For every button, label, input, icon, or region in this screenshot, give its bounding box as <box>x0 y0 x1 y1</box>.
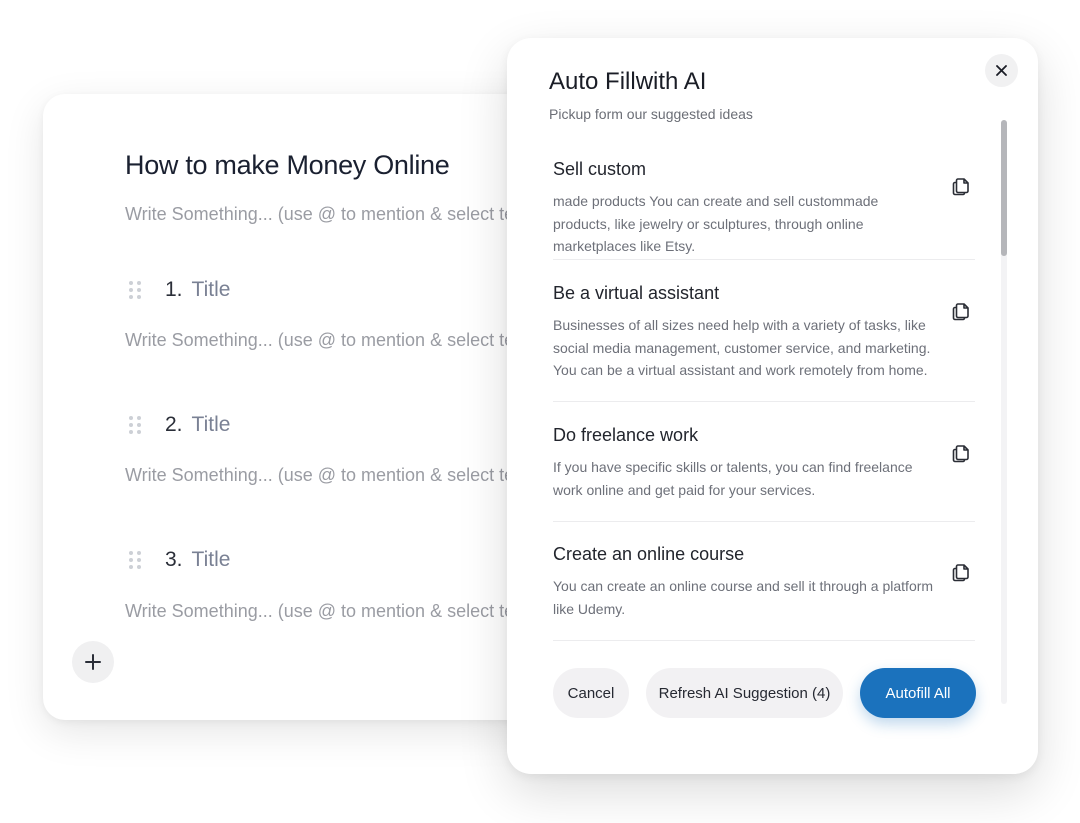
document-editor: How to make Money Online Write Something… <box>43 94 563 720</box>
copy-icon <box>952 445 969 463</box>
suggestion-list: Sell custom made products You can create… <box>553 142 975 641</box>
section-heading-1[interactable]: 1. Title <box>129 275 230 305</box>
suggestion-description: You can create an online course and sell… <box>553 578 934 617</box>
section-number: 1. <box>165 278 183 301</box>
plus-icon <box>85 654 101 670</box>
copy-button[interactable] <box>949 441 973 465</box>
section-3-placeholder[interactable]: Write Something... (use @ to mention & s… <box>125 601 528 622</box>
section-2-placeholder[interactable]: Write Something... (use @ to mention & s… <box>125 465 528 486</box>
copy-icon <box>952 303 969 321</box>
suggestion-title: Do freelance work <box>553 425 699 445</box>
refresh-ai-suggestion-button[interactable]: Refresh AI Suggestion (4) <box>646 668 843 718</box>
copy-icon <box>952 564 969 582</box>
section-number: 3. <box>165 548 183 571</box>
copy-icon <box>952 178 969 196</box>
section-title[interactable]: Title <box>192 278 231 302</box>
modal-title: Auto Fillwith AI <box>549 68 707 95</box>
drag-handle-icon[interactable] <box>129 550 143 570</box>
section-heading-2[interactable]: 2. Title <box>129 410 230 440</box>
suggestion-description: If you have specific skills or talents, … <box>553 459 913 498</box>
cancel-button[interactable]: Cancel <box>553 668 629 718</box>
suggestion-title: Create an online course <box>553 544 745 564</box>
add-section-button[interactable] <box>72 641 114 683</box>
section-heading-3[interactable]: 3. Title <box>129 545 230 575</box>
copy-button[interactable] <box>949 299 973 323</box>
section-number: 2. <box>165 413 183 436</box>
modal-footer: Cancel Refresh AI Suggestion (4) Autofil… <box>553 668 976 718</box>
modal-subtitle: Pickup form our suggested ideas <box>549 106 753 122</box>
copy-button[interactable] <box>949 174 973 198</box>
close-icon <box>996 65 1007 76</box>
auto-fill-ai-modal: Auto Fillwith AI Pickup form our suggest… <box>507 38 1038 774</box>
section-title[interactable]: Title <box>192 548 231 572</box>
close-button[interactable] <box>985 54 1018 87</box>
scrollbar-thumb[interactable] <box>1001 120 1007 256</box>
suggestion-title: Be a virtual assistant <box>553 283 720 303</box>
copy-button[interactable] <box>949 560 973 584</box>
document-title[interactable]: How to make Money Online <box>125 150 450 181</box>
drag-handle-icon[interactable] <box>129 280 143 300</box>
section-1-placeholder[interactable]: Write Something... (use @ to mention & s… <box>125 330 528 351</box>
suggestion-title: Sell custom <box>553 159 647 179</box>
body-placeholder[interactable]: Write Something... (use @ to mention & s… <box>125 204 528 225</box>
suggestion-item[interactable]: Create an online course You can create a… <box>553 522 975 641</box>
drag-handle-icon[interactable] <box>129 415 143 435</box>
suggestion-item[interactable]: Be a virtual assistant Businesses of all… <box>553 260 975 402</box>
scrollbar[interactable] <box>1001 120 1007 704</box>
suggestion-item[interactable]: Do freelance work If you have specific s… <box>553 402 975 522</box>
suggestion-description: made products You can create and sell cu… <box>553 193 879 254</box>
autofill-all-button[interactable]: Autofill All <box>860 668 976 718</box>
section-title[interactable]: Title <box>192 413 231 437</box>
suggestion-item[interactable]: Sell custom made products You can create… <box>553 142 975 260</box>
suggestion-description: Businesses of all sizes need help with a… <box>553 317 931 378</box>
